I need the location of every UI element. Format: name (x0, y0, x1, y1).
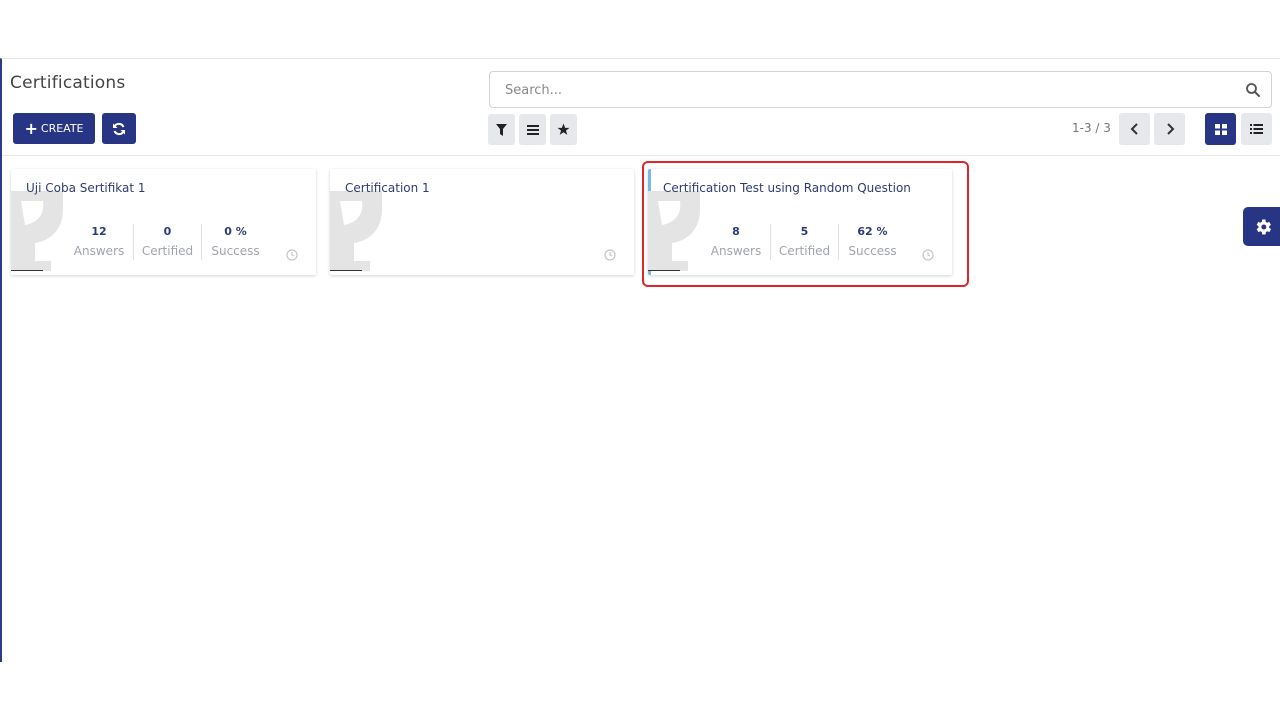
pager-value[interactable]: 1-3 / 3 (1072, 121, 1111, 135)
refresh-button[interactable] (102, 113, 136, 144)
list-view-icon (1250, 124, 1263, 134)
filter-button[interactable] (488, 114, 515, 145)
stat-label: Answers (73, 244, 125, 258)
clock-icon[interactable] (286, 249, 298, 261)
card-title[interactable]: Certification 1 (345, 181, 430, 195)
chevron-left-icon (1130, 123, 1138, 135)
grid-icon (1214, 123, 1227, 135)
search-bar[interactable] (489, 71, 1272, 108)
certification-card[interactable]: Certification 1 (330, 169, 634, 275)
stat-label: Certified (141, 244, 194, 258)
trophy-icon (11, 191, 63, 271)
filter-icon (496, 123, 507, 136)
stat-value: 0 (163, 225, 172, 238)
list-icon (526, 124, 539, 135)
header-divider (2, 155, 1280, 156)
card-underline (11, 270, 43, 271)
star-icon (557, 123, 570, 135)
kanban-view-button[interactable] (1205, 113, 1236, 145)
settings-button[interactable] (1243, 207, 1280, 246)
refresh-icon (113, 122, 125, 135)
chevron-right-icon (1166, 123, 1174, 135)
group-by-button[interactable] (519, 114, 546, 145)
stat-success[interactable]: 0 % Success (201, 224, 269, 260)
create-button[interactable]: + CREATE (13, 113, 95, 144)
next-page-button[interactable] (1154, 113, 1185, 145)
stat-label: Success (211, 244, 260, 258)
prev-page-button[interactable] (1119, 113, 1150, 145)
trophy-icon (330, 191, 382, 271)
list-view-button[interactable] (1241, 113, 1272, 145)
gear-icon (1256, 219, 1271, 234)
search-input[interactable] (505, 80, 1205, 100)
search-icon[interactable] (1245, 82, 1261, 98)
favorites-button[interactable] (550, 114, 577, 145)
stat-answers[interactable]: 12 Answers (65, 224, 133, 260)
main-app: Certifications + CREATE (0, 58, 1280, 662)
card-title[interactable]: Uji Coba Sertifikat 1 (26, 181, 146, 195)
create-button-label: CREATE (40, 122, 84, 135)
page-title: Certifications (10, 73, 126, 93)
card-underline (330, 270, 362, 271)
plus-icon: + (24, 118, 38, 138)
stat-certified[interactable]: 0 Certified (133, 224, 201, 260)
card-stats: 12 Answers 0 Certified 0 % Success (65, 224, 269, 260)
stat-value: 12 (91, 225, 107, 238)
stat-value: 0 % (224, 225, 247, 238)
highlight-box (642, 161, 969, 287)
certification-card[interactable]: Uji Coba Sertifikat 1 12 Answers 0 Certi… (11, 169, 316, 275)
clock-icon[interactable] (604, 249, 616, 261)
